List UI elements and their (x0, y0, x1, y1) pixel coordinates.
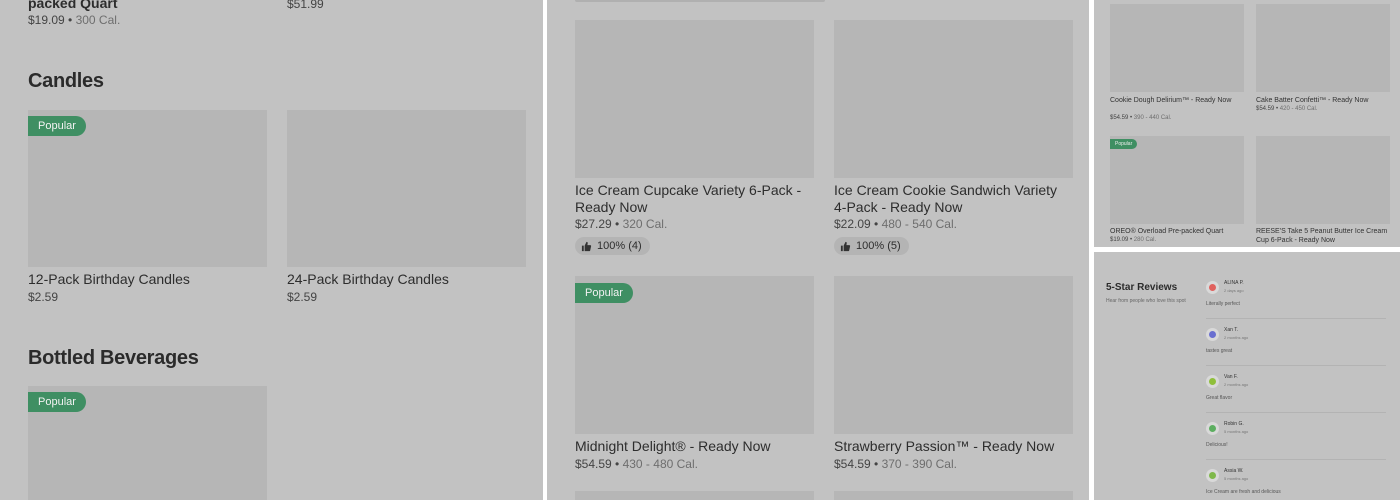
item-price: $54.59 • 370 - 390 Cal. (834, 457, 957, 471)
item-image[interactable] (287, 110, 526, 267)
item-name[interactable]: Strawberry Passion™ - Ready Now (834, 438, 1054, 455)
section-heading-bottled-beverages: Bottled Beverages (28, 347, 199, 369)
reviews-subtitle: Hear from people who love this spot (1106, 298, 1186, 304)
price-value: $54.59 (575, 457, 612, 471)
review-date: 2 months ago (1224, 335, 1249, 340)
item-name[interactable]: Cake Batter Confetti™ - Ready Now (1256, 96, 1390, 105)
reviewer-name: Robin G. (1224, 421, 1244, 427)
item-image[interactable] (1256, 136, 1390, 224)
reviewer-name: ALINA P. (1224, 280, 1244, 286)
review-date: 5 months ago (1224, 476, 1249, 481)
item-image[interactable] (575, 20, 814, 178)
item-name[interactable]: 12-Pack Birthday Candles (28, 271, 190, 288)
avatar (1206, 375, 1219, 388)
item-price: $19.09 • 300 Cal. (28, 13, 121, 27)
reviews-panel: 5-Star Reviews Hear from people who love… (1094, 252, 1400, 500)
review-item: ALINA P. 2 days ago Literally perfect (1206, 280, 1386, 324)
review-text: Ice Cream are fresh and delicious (1206, 489, 1281, 495)
section-heading-candles: Candles (28, 70, 104, 92)
price-value: $19.09 (28, 13, 65, 27)
item-price: $54.59 • 430 - 480 Cal. (575, 457, 698, 471)
calorie-value: 320 Cal. (622, 217, 668, 231)
calorie-value: 430 - 480 Cal. (622, 457, 698, 471)
review-item: Assia W. 5 months ago Ice Cream are fres… (1206, 468, 1386, 500)
popular-badge: Popular (28, 392, 86, 412)
avatar (1206, 422, 1219, 435)
item-image[interactable] (575, 491, 814, 500)
item-name[interactable]: packed Quart (28, 0, 117, 12)
reviewer-name: Xan T. (1224, 327, 1239, 333)
item-name[interactable]: Midnight Delight® - Ready Now (575, 438, 771, 455)
review-text: Literally perfect (1206, 301, 1240, 307)
review-text: Great flavor (1206, 395, 1233, 401)
item-image[interactable] (1110, 4, 1244, 92)
rating-value: 100% (5) (856, 240, 901, 252)
top-right-menu-panel: Cookie Dough Delirium™ - Ready Now $54.5… (1094, 0, 1400, 247)
popular-badge: Popular (28, 116, 86, 136)
item-name[interactable]: Ice Cream Cookie Sandwich Variety 4-Pack… (834, 182, 1073, 216)
review-text: Delicious! (1206, 442, 1228, 448)
calorie-value: 420 - 450 Cal. (1279, 106, 1318, 112)
avatar (1206, 281, 1219, 294)
item-image[interactable] (834, 20, 1073, 178)
price-value: $54.59 (1256, 106, 1275, 112)
item-image[interactable] (1110, 136, 1244, 224)
rating-pill: 100% (5) (834, 237, 909, 255)
price-value: $19.09 (1110, 237, 1129, 243)
rating-value: 100% (4) (597, 240, 642, 252)
price-value: $27.29 (575, 217, 612, 231)
item-image[interactable] (1256, 4, 1390, 92)
divider (1206, 412, 1386, 413)
item-price: $19.09 • 280 Cal. (1110, 237, 1157, 243)
item-price: $54.59 • 420 - 450 Cal. (1256, 106, 1318, 112)
item-image[interactable] (834, 276, 1073, 434)
price-value: $22.09 (834, 217, 871, 231)
item-name[interactable]: Ice Cream Cupcake Variety 6-Pack - Ready… (575, 182, 814, 216)
reviews-title: 5-Star Reviews (1106, 282, 1178, 293)
item-name[interactable]: OREO® Overload Pre-packed Quart (1110, 227, 1244, 236)
rating-pill: 100% (4) (575, 237, 650, 255)
item-price: $51.99 (287, 0, 324, 11)
calorie-value: 300 Cal. (75, 13, 121, 27)
item-price: $27.29 • 320 Cal. (575, 217, 668, 231)
avatar (1206, 328, 1219, 341)
calorie-value: 390 - 440 Cal. (1133, 115, 1172, 121)
item-image[interactable] (834, 491, 1073, 500)
review-text: tastes great (1206, 348, 1233, 354)
popular-badge: Popular (1110, 139, 1138, 149)
price-value: $54.59 (834, 457, 871, 471)
calorie-value: 370 - 390 Cal. (881, 457, 957, 471)
divider (1206, 459, 1386, 460)
review-date: 2 months ago (1224, 382, 1249, 387)
item-price: $2.59 (287, 290, 318, 304)
review-item: Van F. 2 months ago Great flavor (1206, 374, 1386, 418)
item-name[interactable]: REESE'S Take 5 Peanut Butter Ice Cream C… (1256, 227, 1390, 245)
divider (1206, 318, 1386, 319)
item-name[interactable]: 24-Pack Birthday Candles (287, 271, 449, 288)
left-menu-panel: packed Quart $19.09 • 300 Cal. $51.99 Ca… (0, 0, 543, 500)
price-value: $54.59 (1110, 115, 1129, 121)
review-item: Robin G. 5 months ago Delicious! (1206, 421, 1386, 465)
review-date: 2 days ago (1224, 288, 1244, 293)
avatar (1206, 469, 1219, 482)
thumbs-up-icon (581, 241, 592, 251)
item-price: $2.59 (28, 290, 59, 304)
divider (1206, 365, 1386, 366)
popular-badge: Popular (575, 283, 633, 303)
cut-off-heading (575, 0, 825, 2)
calorie-value: 480 - 540 Cal. (881, 217, 957, 231)
middle-menu-panel: Ice Cream Cupcake Variety 6-Pack - Ready… (547, 0, 1089, 500)
review-item: Xan T. 2 months ago tastes great (1206, 327, 1386, 371)
item-price: $22.09 • 480 - 540 Cal. (834, 217, 957, 231)
item-price: $54.59 • 390 - 440 Cal. (1110, 115, 1172, 121)
item-name[interactable]: Cookie Dough Delirium™ - Ready Now (1110, 96, 1240, 105)
review-date: 5 months ago (1224, 429, 1249, 434)
reviewer-name: Van F. (1224, 374, 1238, 380)
thumbs-up-icon (840, 241, 851, 251)
reviewer-name: Assia W. (1224, 468, 1244, 474)
calorie-value: 280 Cal. (1133, 237, 1157, 243)
